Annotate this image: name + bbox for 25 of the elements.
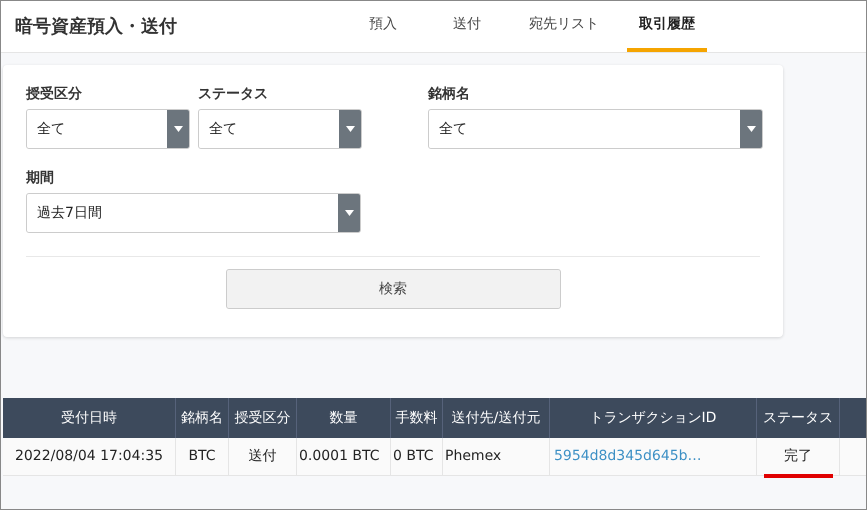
tab[interactable]: 取引履歴 — [627, 1, 707, 52]
filter-label: 銘柄名 — [428, 85, 471, 103]
caret-icon — [338, 194, 360, 232]
table-cell-text: 2022/08/04 17:04:35 — [14, 447, 164, 466]
table-cell-text: BTC — [188, 447, 216, 466]
tab[interactable]: 送付 — [433, 1, 501, 52]
caret-icon — [167, 110, 189, 148]
filter-label: 期間 — [26, 169, 55, 187]
page-title: 暗号資産預入・送付 — [14, 15, 178, 39]
table-cell-text: Phemex — [444, 447, 502, 466]
dropdown-field[interactable]: 全て — [26, 109, 190, 149]
table-cell-text: 送付 — [248, 447, 276, 466]
dropdown-field[interactable]: 過去7日間 — [26, 193, 361, 233]
table-cell-text: 0.0001 BTC — [298, 447, 380, 466]
filter-label: ステータス — [198, 85, 269, 103]
tab[interactable]: 預入 — [349, 1, 417, 52]
tab[interactable]: 宛先リスト — [517, 1, 611, 52]
filter-label: 授受区分 — [26, 85, 83, 103]
table-cell-text: 0 BTC — [392, 447, 434, 466]
table-cell-text: 完了 — [784, 447, 812, 466]
caret-icon — [339, 110, 361, 148]
caret-icon — [740, 110, 762, 148]
dropdown-field[interactable]: 全て — [428, 109, 763, 149]
search-button[interactable]: 検索 — [226, 269, 560, 309]
dropdown-field[interactable]: 全て — [198, 109, 362, 149]
